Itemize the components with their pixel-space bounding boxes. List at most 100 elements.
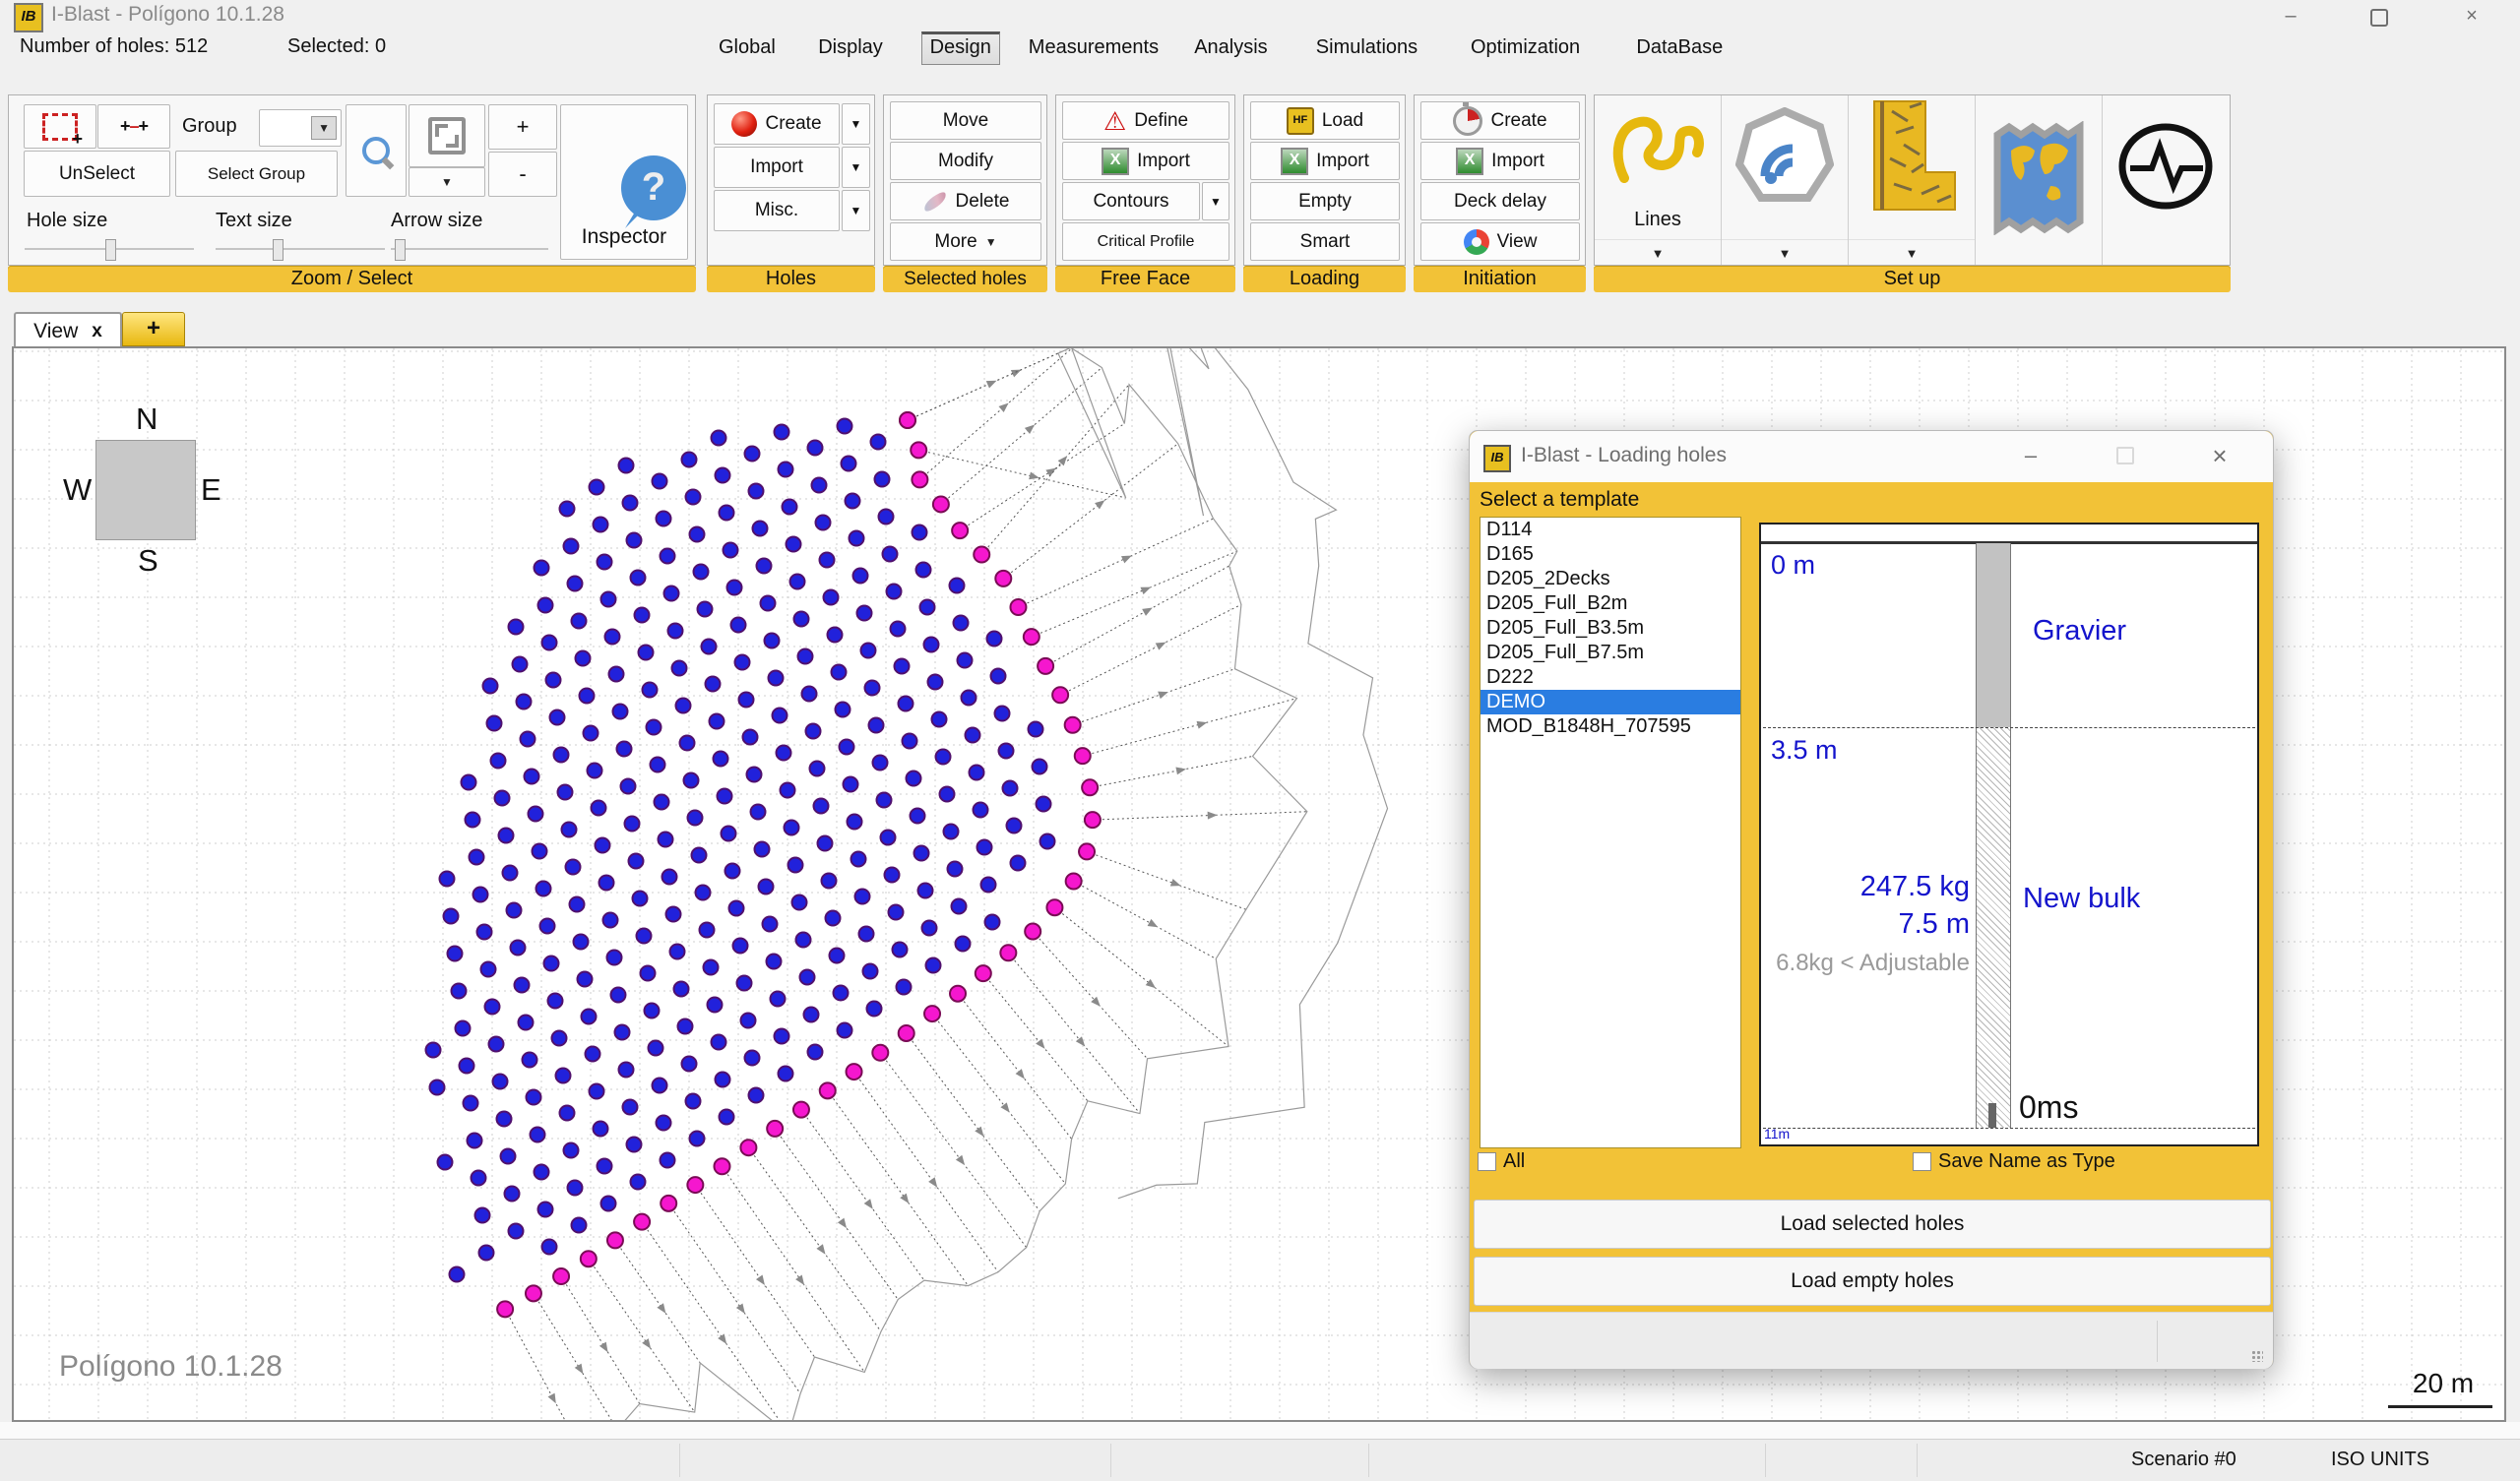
text-size-slider[interactable] xyxy=(216,239,385,259)
free-face-group-label: Free Face xyxy=(1055,266,1235,292)
dialog-minimize-button[interactable]: – xyxy=(2009,443,2052,470)
move-button[interactable]: Move xyxy=(890,101,1041,140)
save-name-checkbox[interactable] xyxy=(1913,1152,1931,1171)
world-map-icon xyxy=(1991,121,2086,235)
define-free-face-button[interactable]: ⚠Define xyxy=(1062,101,1229,140)
smart-button[interactable]: Smart xyxy=(1250,222,1400,261)
more-button[interactable]: More▼ xyxy=(890,222,1041,261)
zoom-in-button[interactable]: + xyxy=(488,104,557,150)
select-group-button[interactable]: Select Group xyxy=(175,151,338,197)
template-item[interactable]: D222 xyxy=(1480,665,1740,690)
deck-delay-button[interactable]: Deck delay xyxy=(1420,182,1580,220)
stemming-column[interactable] xyxy=(1976,543,2011,727)
template-item[interactable]: D205_Full_B7.5m xyxy=(1480,641,1740,665)
signal-button[interactable]: ▼ xyxy=(1722,95,1849,265)
template-item[interactable]: D165 xyxy=(1480,542,1740,567)
delay-label: 0ms xyxy=(2019,1089,2078,1126)
load-empty-holes-button[interactable]: Load empty holes xyxy=(1474,1257,2271,1306)
delete-button[interactable]: Delete xyxy=(890,182,1041,220)
all-checkbox-label: All xyxy=(1503,1150,1525,1173)
template-item[interactable]: D205_2Decks xyxy=(1480,567,1740,591)
initiation-create-button[interactable]: Create xyxy=(1420,101,1580,140)
unselect-button[interactable]: UnSelect xyxy=(24,151,170,197)
inspector-button[interactable]: Inspector xyxy=(560,104,688,260)
template-item[interactable]: D205_Full_B3.5m xyxy=(1480,616,1740,641)
fit-view-dropdown[interactable]: ▼ xyxy=(409,167,485,197)
hole-icon xyxy=(731,111,757,137)
loading-diagram[interactable]: 0 m Gravier 3.5 m 247.5 kg 7.5 m 6.8kg <… xyxy=(1759,523,2259,1146)
menu-display[interactable]: Display xyxy=(810,31,891,64)
charge-column[interactable] xyxy=(1976,727,2011,1128)
template-item[interactable]: D205_Full_B2m xyxy=(1480,591,1740,616)
fit-view-button[interactable] xyxy=(409,104,485,167)
marquee-select-button[interactable] xyxy=(24,104,96,149)
holes-import-button[interactable]: Import xyxy=(714,147,840,188)
initiation-view-button[interactable]: View xyxy=(1420,222,1580,261)
template-item[interactable]: D114 xyxy=(1480,518,1740,542)
close-button[interactable]: × xyxy=(2449,6,2494,28)
empty-button[interactable]: Empty xyxy=(1250,182,1400,220)
excel-icon: X xyxy=(1281,148,1308,175)
holes-misc-dropdown[interactable]: ▼ xyxy=(842,190,870,231)
contours-button[interactable]: Contours xyxy=(1062,182,1200,220)
stemming-material-label: Gravier xyxy=(2033,615,2126,648)
free-face-import-button[interactable]: XImport xyxy=(1062,142,1229,180)
holes-create-button[interactable]: Create xyxy=(714,103,840,145)
template-item[interactable]: DEMO xyxy=(1480,690,1740,714)
all-checkbox[interactable] xyxy=(1478,1152,1496,1171)
tab-view[interactable]: View x xyxy=(14,312,122,348)
modify-button[interactable]: Modify xyxy=(890,142,1041,180)
template-list[interactable]: D114D165D205_2DecksD205_Full_B2mD205_Ful… xyxy=(1480,517,1741,1148)
minimize-button[interactable]: – xyxy=(2268,6,2313,28)
detonator-mark xyxy=(1988,1103,1996,1128)
restore-icon xyxy=(2370,9,2388,27)
magnifier-icon xyxy=(362,137,390,164)
tab-close-icon[interactable]: x xyxy=(92,321,102,342)
sub-status-strip xyxy=(0,1422,2520,1439)
setup-group-label: Set up xyxy=(1594,266,2231,292)
arrow-size-slider[interactable] xyxy=(391,239,548,259)
units-label: ISO UNITS xyxy=(2331,1449,2429,1471)
holes-misc-button[interactable]: Misc. xyxy=(714,190,840,231)
dialog-close-button[interactable]: × xyxy=(2198,443,2241,470)
signal-heptagon-icon xyxy=(1735,107,1834,210)
menu-design[interactable]: Design xyxy=(921,31,1000,65)
measure-button[interactable]: +–+ xyxy=(97,104,170,149)
holes-create-dropdown[interactable]: ▼ xyxy=(842,103,870,145)
borehole-icon xyxy=(1860,99,1963,216)
colors-view-icon xyxy=(1464,229,1489,255)
holes-import-dropdown[interactable]: ▼ xyxy=(842,147,870,188)
explosive-icon: HF xyxy=(1287,107,1314,135)
chevron-down-icon: ▼ xyxy=(850,117,862,131)
zoom-button[interactable] xyxy=(346,104,407,197)
critical-profile-button[interactable]: Critical Profile xyxy=(1062,222,1229,261)
load-button[interactable]: HFLoad xyxy=(1250,101,1400,140)
menu-database[interactable]: DataBase xyxy=(1628,31,1731,64)
dialog-title-bar[interactable]: IB I-Blast - Loading holes – × xyxy=(1470,431,2273,482)
dialog-restore-icon xyxy=(2116,447,2134,464)
lines-button[interactable]: Lines ▼ xyxy=(1595,95,1722,265)
menu-global[interactable]: Global xyxy=(711,31,784,64)
zoom-out-button[interactable]: - xyxy=(488,152,557,197)
resize-grip[interactable] xyxy=(2251,1350,2263,1362)
world-map-button[interactable] xyxy=(1976,95,2103,265)
charge-top-line xyxy=(1763,727,2255,728)
restore-button[interactable] xyxy=(2357,6,2402,28)
menu-analysis[interactable]: Analysis xyxy=(1186,31,1275,64)
scenario-label: Scenario #0 xyxy=(2131,1449,2236,1471)
hole-size-slider[interactable] xyxy=(25,239,194,259)
template-item[interactable]: MOD_B1848H_707595 xyxy=(1480,714,1740,739)
load-selected-holes-button[interactable]: Load selected holes xyxy=(1474,1200,2271,1249)
seismograph-button[interactable] xyxy=(2103,95,2229,265)
contours-dropdown[interactable]: ▼ xyxy=(1202,182,1229,220)
group-dropdown[interactable]: ▼ xyxy=(259,109,342,147)
menu-measurements[interactable]: Measurements xyxy=(1021,31,1166,64)
loading-import-button[interactable]: XImport xyxy=(1250,142,1400,180)
dialog-restore-button[interactable] xyxy=(2104,443,2147,470)
menu-simulations[interactable]: Simulations xyxy=(1308,31,1425,64)
initiation-import-button[interactable]: XImport xyxy=(1420,142,1580,180)
borehole-button[interactable]: ▼ xyxy=(1849,95,1976,265)
add-tab-button[interactable]: + xyxy=(122,312,185,346)
scale-bar xyxy=(2388,1405,2492,1408)
menu-optimization[interactable]: Optimization xyxy=(1463,31,1588,64)
